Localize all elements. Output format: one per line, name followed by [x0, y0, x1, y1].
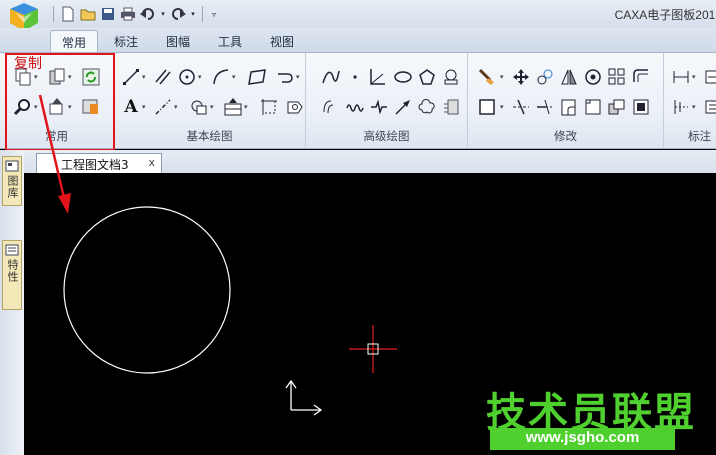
- circle-icon[interactable]: [176, 66, 198, 88]
- zigzag-line-icon[interactable]: [368, 96, 390, 118]
- array-icon[interactable]: [606, 66, 628, 88]
- group-label-advanced-drawing: 高级绘图: [363, 129, 410, 143]
- group-annotate: ▾ ▾ 标注: [664, 53, 716, 148]
- close-icon[interactable]: x: [148, 156, 155, 169]
- mirror-icon[interactable]: [558, 66, 580, 88]
- explode-icon[interactable]: [630, 96, 652, 118]
- polyline-dropdown-icon[interactable]: ▾: [296, 73, 300, 81]
- group-label-basic-drawing: 基本绘图: [186, 129, 233, 143]
- text-annotation-icon[interactable]: [702, 96, 716, 118]
- side-tab-library-label: 图库: [6, 175, 19, 199]
- library-icon: [5, 160, 19, 172]
- group-label-modify: 修改: [554, 129, 577, 143]
- parallel-line-icon[interactable]: [152, 66, 174, 88]
- side-panel: 图库 特性: [0, 150, 24, 455]
- coordinate-dimension-icon[interactable]: [670, 96, 692, 118]
- arc-icon[interactable]: [210, 66, 232, 88]
- polyline-icon[interactable]: [274, 66, 296, 88]
- redo-icon[interactable]: [169, 5, 187, 23]
- print-icon[interactable]: [119, 5, 137, 23]
- tab-common[interactable]: 常用: [50, 30, 98, 52]
- chamfer-icon[interactable]: [582, 96, 604, 118]
- region-icon[interactable]: [284, 96, 306, 118]
- document-tab-label: 工程图文档3: [61, 158, 129, 172]
- select-dropdown-icon[interactable]: ▾: [500, 103, 504, 111]
- angle-line-icon[interactable]: [366, 66, 388, 88]
- coordinate-dropdown-icon[interactable]: ▾: [692, 103, 696, 111]
- gear-tooth-icon[interactable]: [440, 96, 462, 118]
- redo-dropdown-icon[interactable]: ▾: [189, 5, 197, 23]
- block-icon[interactable]: [188, 96, 210, 118]
- point-icon[interactable]: [344, 66, 366, 88]
- copy-annotation-label: 复制: [14, 56, 42, 72]
- trim-icon[interactable]: [510, 96, 532, 118]
- undo-icon[interactable]: [139, 5, 157, 23]
- text-icon[interactable]: A: [120, 96, 142, 118]
- wave-line-icon[interactable]: [344, 96, 366, 118]
- app-title: CAXA电子图板2013: [614, 8, 716, 22]
- undo-dropdown-icon[interactable]: ▾: [159, 5, 167, 23]
- document-tab-strip: 工程图文档3 x: [0, 150, 716, 173]
- centerline-icon[interactable]: [152, 96, 174, 118]
- side-tab-properties[interactable]: 特性: [2, 240, 22, 310]
- line-icon[interactable]: [120, 66, 142, 88]
- watermark-url: www.jsgho.com: [490, 428, 675, 450]
- ellipse-icon[interactable]: [392, 66, 414, 88]
- cloud-line-icon[interactable]: [416, 96, 438, 118]
- hatch-icon[interactable]: [258, 96, 280, 118]
- side-tab-properties-label: 特性: [6, 259, 19, 283]
- scale-icon[interactable]: [582, 66, 604, 88]
- stretch-icon[interactable]: [630, 66, 652, 88]
- line-dropdown-icon[interactable]: ▾: [142, 73, 146, 81]
- dimension-style-icon[interactable]: [702, 66, 716, 88]
- extend-icon[interactable]: [534, 96, 556, 118]
- customize-toolbar-icon[interactable]: ▿: [208, 5, 220, 23]
- move-icon[interactable]: [510, 66, 532, 88]
- tab-drawing-frame[interactable]: 图幅: [156, 30, 200, 52]
- eraser-dropdown-icon[interactable]: ▾: [500, 73, 504, 81]
- new-file-icon[interactable]: [59, 5, 77, 23]
- arrow-icon[interactable]: [392, 96, 414, 118]
- tab-annotate[interactable]: 标注: [104, 30, 148, 52]
- centerline-dropdown-icon[interactable]: ▾: [174, 103, 178, 111]
- quick-access-toolbar: ▾ ▾ ▿: [50, 4, 220, 24]
- select-box-icon[interactable]: [476, 96, 498, 118]
- table-dropdown-icon[interactable]: ▾: [244, 103, 248, 111]
- save-icon[interactable]: [99, 5, 117, 23]
- block-dropdown-icon[interactable]: ▾: [210, 103, 214, 111]
- double-line-icon[interactable]: [320, 96, 342, 118]
- dimension-dropdown-icon[interactable]: ▾: [692, 73, 696, 81]
- tab-tools[interactable]: 工具: [208, 30, 252, 52]
- text-dropdown-icon[interactable]: ▾: [142, 103, 146, 111]
- rotate-icon[interactable]: [534, 66, 556, 88]
- circle-dropdown-icon[interactable]: ▾: [198, 73, 202, 81]
- side-tab-library[interactable]: 图库: [2, 156, 22, 206]
- group-basic-drawing: ▾ ▾ ▾ ▾ A ▾ ▾ ▾ ▾ 基本绘图: [114, 53, 306, 148]
- tab-view[interactable]: 视图: [260, 30, 304, 52]
- title-bar: ▾ ▾ ▿ CAXA电子图板2013: [0, 0, 716, 31]
- spline-icon[interactable]: [320, 66, 342, 88]
- group-label-annotate: 标注: [688, 129, 711, 143]
- ribbon-tab-bar: 常用 标注 图幅 工具 视图: [0, 28, 716, 52]
- centerline-symbol-icon[interactable]: [440, 66, 462, 88]
- group-modify: ▾ ▾ 修改: [468, 53, 664, 148]
- group-advanced-drawing: 高级绘图: [306, 53, 468, 148]
- fillet-icon[interactable]: [558, 96, 580, 118]
- break-icon[interactable]: [606, 96, 628, 118]
- open-folder-icon[interactable]: [79, 5, 97, 23]
- document-tab[interactable]: 工程图文档3 x: [36, 153, 162, 173]
- linear-dimension-icon[interactable]: [670, 66, 692, 88]
- polygon-icon[interactable]: [416, 66, 438, 88]
- arc-dropdown-icon[interactable]: ▾: [232, 73, 236, 81]
- properties-icon: [5, 244, 19, 256]
- rectangle-icon[interactable]: [246, 66, 268, 88]
- eraser-icon[interactable]: [476, 66, 498, 88]
- table-insert-icon[interactable]: [222, 96, 244, 118]
